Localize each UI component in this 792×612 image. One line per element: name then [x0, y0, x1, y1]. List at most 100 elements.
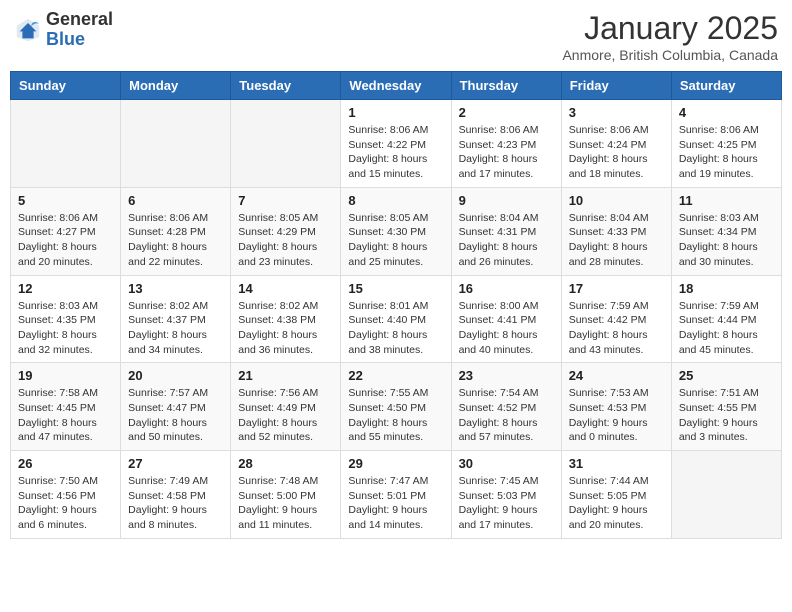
calendar-cell: 7 Sunrise: 8:05 AM Sunset: 4:29 PM Daylig…	[231, 187, 341, 275]
calendar-cell: 27 Sunrise: 7:49 AM Sunset: 4:58 PM Dayli…	[121, 451, 231, 539]
day-number: 5	[18, 193, 113, 208]
day-info: Sunrise: 7:45 AM Sunset: 5:03 PM Dayligh…	[459, 474, 554, 533]
day-number: 4	[679, 105, 774, 120]
day-number: 24	[569, 368, 664, 383]
calendar-cell	[121, 100, 231, 188]
day-number: 15	[348, 281, 443, 296]
logo-general: General	[46, 10, 113, 30]
calendar-cell	[231, 100, 341, 188]
calendar-table: SundayMondayTuesdayWednesdayThursdayFrid…	[10, 71, 782, 539]
weekday-header: Tuesday	[231, 72, 341, 100]
calendar-cell: 30 Sunrise: 7:45 AM Sunset: 5:03 PM Dayli…	[451, 451, 561, 539]
day-info: Sunrise: 8:06 AM Sunset: 4:27 PM Dayligh…	[18, 211, 113, 270]
logo-blue: Blue	[46, 30, 113, 50]
calendar-cell: 31 Sunrise: 7:44 AM Sunset: 5:05 PM Dayli…	[561, 451, 671, 539]
calendar-cell: 26 Sunrise: 7:50 AM Sunset: 4:56 PM Dayli…	[11, 451, 121, 539]
day-number: 11	[679, 193, 774, 208]
day-number: 17	[569, 281, 664, 296]
calendar-cell: 24 Sunrise: 7:53 AM Sunset: 4:53 PM Dayli…	[561, 363, 671, 451]
day-info: Sunrise: 7:58 AM Sunset: 4:45 PM Dayligh…	[18, 386, 113, 445]
calendar-cell: 20Sunrise: 7:57 AM Sunset: 4:47 PM Dayli…	[121, 363, 231, 451]
weekday-header: Friday	[561, 72, 671, 100]
day-number: 8	[348, 193, 443, 208]
calendar-cell: 17 Sunrise: 7:59 AM Sunset: 4:42 PM Dayli…	[561, 275, 671, 363]
weekday-header: Monday	[121, 72, 231, 100]
day-number: 21	[238, 368, 333, 383]
calendar-cell: 18 Sunrise: 7:59 AM Sunset: 4:44 PM Dayli…	[671, 275, 781, 363]
calendar-cell: 16 Sunrise: 8:00 AM Sunset: 4:41 PM Dayli…	[451, 275, 561, 363]
calendar-cell: 6Sunrise: 8:06 AM Sunset: 4:28 PM Daylig…	[121, 187, 231, 275]
page-header: General Blue January 2025 Anmore, Britis…	[10, 10, 782, 63]
week-row: 1 Sunrise: 8:06 AM Sunset: 4:22 PM Daylig…	[11, 100, 782, 188]
calendar-cell: 3 Sunrise: 8:06 AM Sunset: 4:24 PM Daylig…	[561, 100, 671, 188]
day-info: Sunrise: 7:55 AM Sunset: 4:50 PM Dayligh…	[348, 386, 443, 445]
calendar-cell: 13 Sunrise: 8:02 AM Sunset: 4:37 PM Dayli…	[121, 275, 231, 363]
day-info: Sunrise: 7:53 AM Sunset: 4:53 PM Dayligh…	[569, 386, 664, 445]
day-number: 23	[459, 368, 554, 383]
day-info: Sunrise: 7:59 AM Sunset: 4:42 PM Dayligh…	[569, 299, 664, 358]
day-number: 10	[569, 193, 664, 208]
calendar-cell: 28Sunrise: 7:48 AM Sunset: 5:00 PM Dayli…	[231, 451, 341, 539]
day-number: 27	[128, 456, 223, 471]
day-number: 28	[238, 456, 333, 471]
weekday-header-row: SundayMondayTuesdayWednesdayThursdayFrid…	[11, 72, 782, 100]
day-info: Sunrise: 7:56 AM Sunset: 4:49 PM Dayligh…	[238, 386, 333, 445]
location-subtitle: Anmore, British Columbia, Canada	[562, 47, 778, 63]
day-number: 20	[128, 368, 223, 383]
calendar-cell: 11 Sunrise: 8:03 AM Sunset: 4:34 PM Dayli…	[671, 187, 781, 275]
day-info: Sunrise: 8:03 AM Sunset: 4:34 PM Dayligh…	[679, 211, 774, 270]
calendar-cell: 21 Sunrise: 7:56 AM Sunset: 4:49 PM Dayli…	[231, 363, 341, 451]
logo-text: General Blue	[46, 10, 113, 50]
day-number: 14	[238, 281, 333, 296]
week-row: 26 Sunrise: 7:50 AM Sunset: 4:56 PM Dayli…	[11, 451, 782, 539]
day-info: Sunrise: 8:05 AM Sunset: 4:29 PM Dayligh…	[238, 211, 333, 270]
calendar-cell: 4 Sunrise: 8:06 AM Sunset: 4:25 PM Daylig…	[671, 100, 781, 188]
day-number: 2	[459, 105, 554, 120]
weekday-header: Sunday	[11, 72, 121, 100]
calendar-cell	[11, 100, 121, 188]
day-info: Sunrise: 7:44 AM Sunset: 5:05 PM Dayligh…	[569, 474, 664, 533]
day-info: Sunrise: 8:02 AM Sunset: 4:38 PM Dayligh…	[238, 299, 333, 358]
calendar-cell	[671, 451, 781, 539]
day-info: Sunrise: 8:03 AM Sunset: 4:35 PM Dayligh…	[18, 299, 113, 358]
day-info: Sunrise: 8:01 AM Sunset: 4:40 PM Dayligh…	[348, 299, 443, 358]
day-info: Sunrise: 8:06 AM Sunset: 4:25 PM Dayligh…	[679, 123, 774, 182]
day-info: Sunrise: 7:59 AM Sunset: 4:44 PM Dayligh…	[679, 299, 774, 358]
day-info: Sunrise: 8:00 AM Sunset: 4:41 PM Dayligh…	[459, 299, 554, 358]
weekday-header: Saturday	[671, 72, 781, 100]
day-info: Sunrise: 7:51 AM Sunset: 4:55 PM Dayligh…	[679, 386, 774, 445]
day-number: 31	[569, 456, 664, 471]
day-number: 16	[459, 281, 554, 296]
day-info: Sunrise: 8:05 AM Sunset: 4:30 PM Dayligh…	[348, 211, 443, 270]
day-info: Sunrise: 7:47 AM Sunset: 5:01 PM Dayligh…	[348, 474, 443, 533]
logo: General Blue	[14, 10, 113, 50]
title-section: January 2025 Anmore, British Columbia, C…	[562, 10, 778, 63]
day-info: Sunrise: 7:49 AM Sunset: 4:58 PM Dayligh…	[128, 474, 223, 533]
day-number: 19	[18, 368, 113, 383]
calendar-cell: 5 Sunrise: 8:06 AM Sunset: 4:27 PM Daylig…	[11, 187, 121, 275]
day-info: Sunrise: 7:50 AM Sunset: 4:56 PM Dayligh…	[18, 474, 113, 533]
week-row: 19 Sunrise: 7:58 AM Sunset: 4:45 PM Dayli…	[11, 363, 782, 451]
day-number: 1	[348, 105, 443, 120]
day-info: Sunrise: 8:06 AM Sunset: 4:22 PM Dayligh…	[348, 123, 443, 182]
day-number: 7	[238, 193, 333, 208]
calendar-cell: 1 Sunrise: 8:06 AM Sunset: 4:22 PM Daylig…	[341, 100, 451, 188]
day-number: 26	[18, 456, 113, 471]
day-number: 3	[569, 105, 664, 120]
day-info: Sunrise: 8:06 AM Sunset: 4:24 PM Dayligh…	[569, 123, 664, 182]
calendar-cell: 12 Sunrise: 8:03 AM Sunset: 4:35 PM Dayli…	[11, 275, 121, 363]
calendar-cell: 2Sunrise: 8:06 AM Sunset: 4:23 PM Daylig…	[451, 100, 561, 188]
day-info: Sunrise: 8:04 AM Sunset: 4:33 PM Dayligh…	[569, 211, 664, 270]
calendar-cell: 23Sunrise: 7:54 AM Sunset: 4:52 PM Dayli…	[451, 363, 561, 451]
day-number: 12	[18, 281, 113, 296]
day-number: 30	[459, 456, 554, 471]
day-number: 6	[128, 193, 223, 208]
day-number: 13	[128, 281, 223, 296]
calendar-cell: 22Sunrise: 7:55 AM Sunset: 4:50 PM Dayli…	[341, 363, 451, 451]
calendar-cell: 10 Sunrise: 8:04 AM Sunset: 4:33 PM Dayli…	[561, 187, 671, 275]
day-info: Sunrise: 8:02 AM Sunset: 4:37 PM Dayligh…	[128, 299, 223, 358]
day-number: 18	[679, 281, 774, 296]
weekday-header: Wednesday	[341, 72, 451, 100]
calendar-cell: 14 Sunrise: 8:02 AM Sunset: 4:38 PM Dayli…	[231, 275, 341, 363]
calendar-cell: 15 Sunrise: 8:01 AM Sunset: 4:40 PM Dayli…	[341, 275, 451, 363]
